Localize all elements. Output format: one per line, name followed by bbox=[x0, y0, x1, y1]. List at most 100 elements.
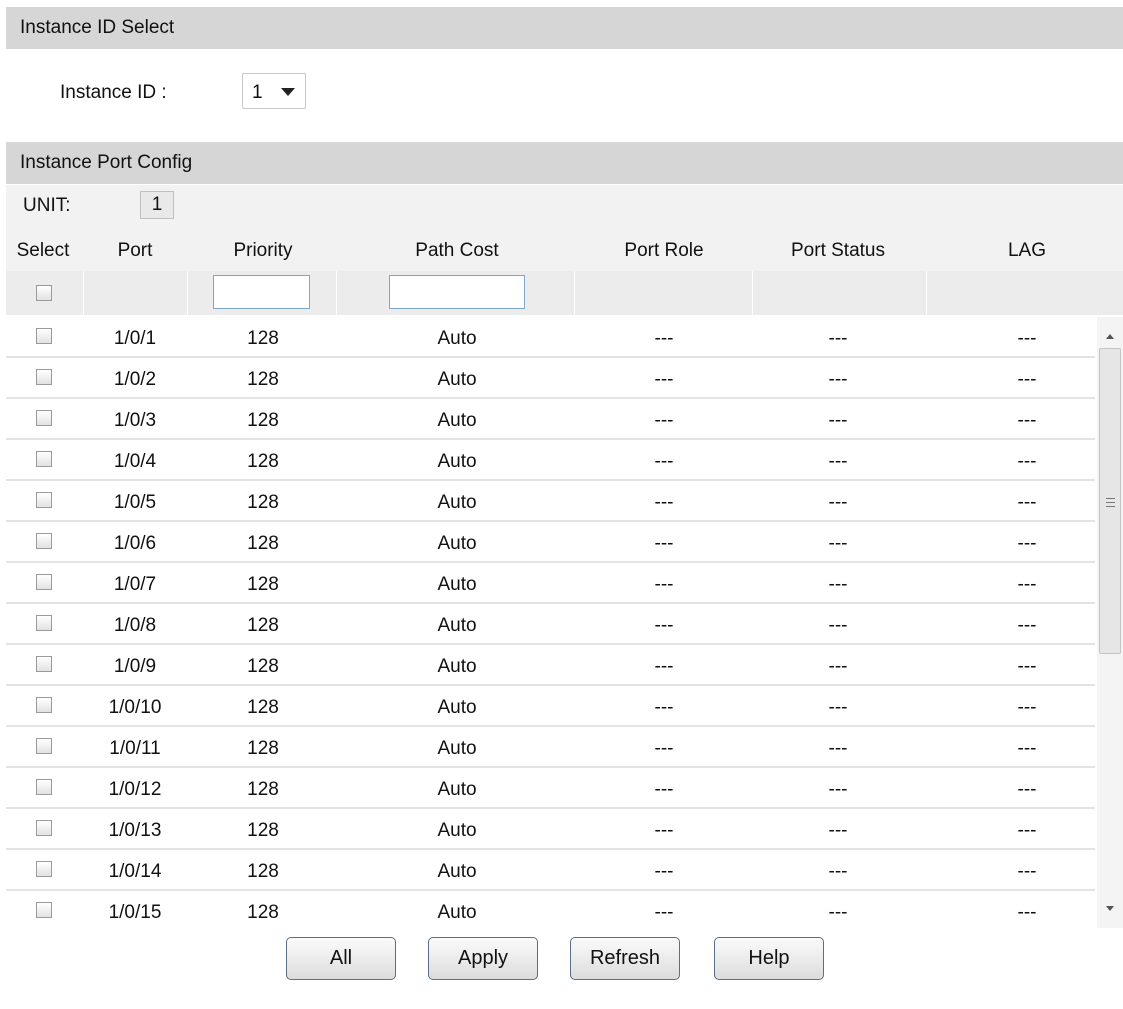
port-status-cell: --- bbox=[828, 369, 848, 390]
row-select-checkbox[interactable] bbox=[36, 574, 52, 590]
port-cell: 1/0/14 bbox=[108, 861, 162, 882]
priority-cell: 128 bbox=[247, 533, 279, 554]
port-role-cell: --- bbox=[654, 902, 674, 923]
col-lag: LAG bbox=[1007, 240, 1047, 261]
port-cell: 1/0/2 bbox=[113, 369, 157, 390]
port-status-cell: --- bbox=[828, 533, 848, 554]
lag-cell: --- bbox=[1017, 779, 1037, 800]
table-scrollbar[interactable] bbox=[1097, 317, 1123, 928]
table-row: 1/0/2 128 Auto --- --- --- bbox=[6, 358, 1095, 399]
path-cost-filter-input[interactable] bbox=[389, 275, 525, 309]
port-cell: 1/0/6 bbox=[113, 533, 157, 554]
instance-id-select-header: Instance ID Select bbox=[6, 7, 1123, 49]
row-select-checkbox[interactable] bbox=[36, 369, 52, 385]
path-cost-cell: Auto bbox=[437, 328, 477, 349]
port-status-cell: --- bbox=[828, 328, 848, 349]
table-row: 1/0/14 128 Auto --- --- --- bbox=[6, 850, 1095, 891]
row-select-checkbox[interactable] bbox=[36, 492, 52, 508]
row-select-checkbox[interactable] bbox=[36, 451, 52, 467]
lag-cell: --- bbox=[1017, 820, 1037, 841]
row-select-checkbox[interactable] bbox=[36, 656, 52, 672]
port-table-body: 1/0/1 128 Auto --- --- --- 1/0/2 128 Auto --- --- -… bbox=[6, 317, 1095, 928]
unit-selector-row: UNIT: 1 bbox=[6, 185, 1123, 225]
table-row: 1/0/4 128 Auto --- --- --- bbox=[6, 440, 1095, 481]
table-row: 1/0/15 128 Auto --- --- --- bbox=[6, 891, 1095, 928]
lag-cell: --- bbox=[1017, 492, 1037, 513]
select-all-checkbox[interactable] bbox=[36, 285, 52, 301]
port-role-cell: --- bbox=[654, 615, 674, 636]
row-select-checkbox[interactable] bbox=[36, 410, 52, 426]
help-button[interactable]: Help bbox=[714, 937, 824, 980]
path-cost-cell: Auto bbox=[437, 615, 477, 636]
apply-button[interactable]: Apply bbox=[428, 937, 538, 980]
port-status-cell: --- bbox=[828, 697, 848, 718]
priority-cell: 128 bbox=[247, 861, 279, 882]
path-cost-cell: Auto bbox=[437, 820, 477, 841]
col-port: Port bbox=[117, 240, 153, 261]
port-status-cell: --- bbox=[828, 492, 848, 513]
priority-filter-input[interactable] bbox=[213, 275, 310, 309]
row-select-checkbox[interactable] bbox=[36, 738, 52, 754]
port-status-cell: --- bbox=[828, 410, 848, 431]
row-select-checkbox[interactable] bbox=[36, 697, 52, 713]
lag-cell: --- bbox=[1017, 861, 1037, 882]
lag-cell: --- bbox=[1017, 328, 1037, 349]
row-select-checkbox[interactable] bbox=[36, 328, 52, 344]
row-select-checkbox[interactable] bbox=[36, 779, 52, 795]
col-priority: Priority bbox=[233, 240, 293, 261]
table-row: 1/0/1 128 Auto --- --- --- bbox=[6, 317, 1095, 358]
priority-cell: 128 bbox=[247, 492, 279, 513]
row-select-checkbox[interactable] bbox=[36, 615, 52, 631]
port-cell: 1/0/8 bbox=[113, 615, 157, 636]
table-row: 1/0/3 128 Auto --- --- --- bbox=[6, 399, 1095, 440]
priority-cell: 128 bbox=[247, 574, 279, 595]
all-button[interactable]: All bbox=[286, 937, 396, 980]
scroll-down-icon[interactable] bbox=[1106, 906, 1114, 911]
port-cell: 1/0/13 bbox=[108, 820, 162, 841]
unit-label: UNIT: bbox=[23, 195, 71, 216]
scroll-up-icon[interactable] bbox=[1106, 334, 1114, 339]
instance-id-value: 1 bbox=[252, 82, 263, 103]
priority-cell: 128 bbox=[247, 738, 279, 759]
port-cell: 1/0/15 bbox=[108, 902, 162, 923]
row-select-checkbox[interactable] bbox=[36, 902, 52, 918]
row-select-checkbox[interactable] bbox=[36, 861, 52, 877]
port-role-cell: --- bbox=[654, 533, 674, 554]
unit-button-1[interactable]: 1 bbox=[140, 191, 174, 219]
port-role-cell: --- bbox=[654, 410, 674, 431]
path-cost-cell: Auto bbox=[437, 410, 477, 431]
instance-port-config-header: Instance Port Config bbox=[6, 142, 1123, 184]
col-path-cost: Path Cost bbox=[415, 240, 499, 261]
port-status-cell: --- bbox=[828, 902, 848, 923]
path-cost-cell: Auto bbox=[437, 533, 477, 554]
port-cell: 1/0/4 bbox=[113, 451, 157, 472]
priority-cell: 128 bbox=[247, 369, 279, 390]
port-status-cell: --- bbox=[828, 574, 848, 595]
lag-cell: --- bbox=[1017, 615, 1037, 636]
priority-cell: 128 bbox=[247, 779, 279, 800]
priority-cell: 128 bbox=[247, 410, 279, 431]
lag-cell: --- bbox=[1017, 574, 1037, 595]
port-role-cell: --- bbox=[654, 697, 674, 718]
path-cost-cell: Auto bbox=[437, 369, 477, 390]
port-cell: 1/0/12 bbox=[108, 779, 162, 800]
lag-cell: --- bbox=[1017, 451, 1037, 472]
port-role-cell: --- bbox=[654, 656, 674, 677]
col-select: Select bbox=[16, 240, 70, 261]
row-select-checkbox[interactable] bbox=[36, 533, 52, 549]
port-cell: 1/0/1 bbox=[113, 328, 157, 349]
table-row: 1/0/11 128 Auto --- --- --- bbox=[6, 727, 1095, 768]
priority-cell: 128 bbox=[247, 615, 279, 636]
port-status-cell: --- bbox=[828, 738, 848, 759]
row-select-checkbox[interactable] bbox=[36, 820, 52, 836]
path-cost-cell: Auto bbox=[437, 902, 477, 923]
path-cost-cell: Auto bbox=[437, 697, 477, 718]
priority-cell: 128 bbox=[247, 820, 279, 841]
port-cell: 1/0/3 bbox=[113, 410, 157, 431]
scrollbar-thumb[interactable] bbox=[1099, 348, 1121, 654]
path-cost-cell: Auto bbox=[437, 656, 477, 677]
lag-cell: --- bbox=[1017, 902, 1037, 923]
instance-id-select[interactable]: 1 bbox=[242, 73, 306, 109]
lag-cell: --- bbox=[1017, 533, 1037, 554]
refresh-button[interactable]: Refresh bbox=[570, 937, 680, 980]
